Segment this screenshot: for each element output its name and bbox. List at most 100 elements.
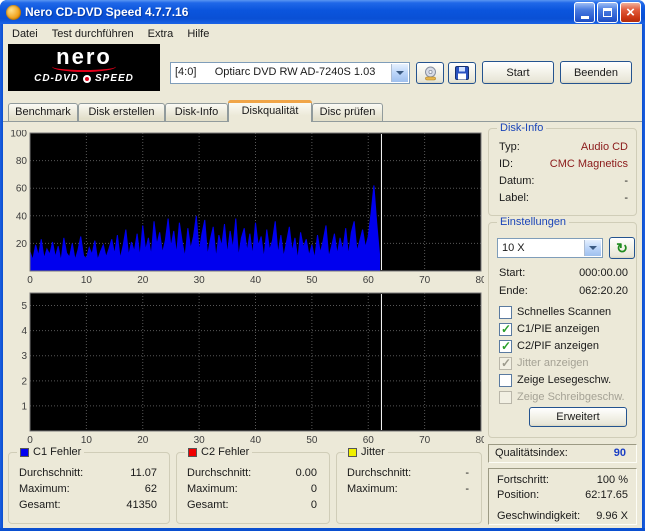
svg-text:80: 80 [16,156,28,167]
menu-hilfe[interactable]: Hilfe [180,25,216,43]
quality-index-label: Qualitätsindex: [495,447,568,459]
save-button[interactable] [448,62,476,84]
svg-text:50: 50 [306,275,318,286]
checkbox-zeige-lesegeschw[interactable]: Zeige Lesegeschw. [499,373,611,387]
checkbox-schnelles-scannen[interactable]: Schnelles Scannen [499,305,611,319]
checkbox-jitter-anzeigen: Jitter anzeigen [499,356,589,370]
refresh-button[interactable] [609,237,635,259]
svg-text:50: 50 [306,435,318,446]
nero-logo: nero CD-DVD SPEED [8,44,160,91]
svg-text:70: 70 [419,435,431,446]
svg-text:60: 60 [363,275,375,286]
c1-stats-title: C1 Fehler [33,446,82,458]
stat-label: Maximum: [187,483,238,495]
minimize-button[interactable] [574,1,595,23]
checkbox-c2-pif-anzeigen[interactable]: C2/PIF anzeigen [499,339,599,353]
stat-label: Durchschnitt: [19,467,84,479]
stat-label: Durchschnitt: [347,467,412,479]
save-floppy-icon [455,66,469,80]
tab-disk-info[interactable]: Disk-Info [165,103,228,121]
svg-text:1: 1 [21,401,27,412]
svg-text:70: 70 [419,275,431,286]
checkbox-icon [499,322,512,336]
svg-text:60: 60 [16,184,28,195]
stat-label: Durchschnitt: [187,467,252,479]
advanced-button[interactable]: Erweitert [529,407,627,427]
svg-text:2: 2 [21,376,27,387]
speed-value: 9.96 X [596,510,628,522]
position-value: 62:17.65 [585,489,628,501]
maximize-button[interactable] [597,1,618,23]
c2-legend-square [188,448,197,457]
quality-index-value: 90 [613,447,626,459]
disk-info-label: Typ: [499,141,520,153]
maximize-icon [603,7,612,17]
jitter-stats-title: Jitter [361,446,385,458]
disk-info-label: ID: [499,158,514,170]
svg-text:0: 0 [27,275,33,286]
scan-end-label: Ende: [499,285,528,297]
start-button[interactable]: Start [482,61,554,84]
stat-value: 11.07 [130,467,157,479]
drive-select[interactable]: [4:0] Optiarc DVD RW AD-7240S 1.03 [170,62,410,84]
svg-text:40: 40 [16,211,28,222]
menu-extra[interactable]: Extra [141,25,181,43]
disk-info-title: Disk-Info [497,122,547,135]
tab-disc-pruefen[interactable]: Disc prüfen [312,103,383,121]
progress-panel: Fortschritt: 100 % Position: 62:17.65 Ge… [488,468,637,525]
logo-product-left: CD-DVD [34,73,79,84]
checkbox-icon [499,356,512,370]
window-title: Nero CD-DVD Speed 4.7.7.16 [25,5,189,19]
quit-button-label: Beenden [573,66,619,79]
client-area: Datei Test durchführen Extra Hilfe nero … [3,24,642,528]
svg-text:40: 40 [250,435,262,446]
checkbox-icon [499,339,512,353]
c1-legend-square [20,448,29,457]
tab-diskqualitaet[interactable]: Diskqualität [228,100,312,122]
speed-select[interactable]: 10 X [497,238,603,258]
disk-info-group: Disk-Info Typ: Audio CD ID: CMC Magnetic… [488,122,637,216]
checkbox-icon [499,305,512,319]
stat-value: 0 [310,483,317,495]
svg-text:40: 40 [250,275,262,286]
app-window: Nero CD-DVD Speed 4.7.7.16 Datei Test du… [0,0,645,531]
svg-text:10: 10 [81,435,93,446]
menu-test-durchfuehren[interactable]: Test durchführen [45,25,141,43]
svg-text:30: 30 [194,275,206,286]
svg-text:100: 100 [10,130,27,140]
svg-text:0: 0 [27,435,33,446]
scan-start-value: 000:00.00 [579,267,628,279]
svg-text:80: 80 [475,275,484,286]
drive-select-dropdown-button[interactable] [391,64,408,82]
svg-text:20: 20 [16,239,28,250]
menu-datei[interactable]: Datei [5,25,45,43]
speed-select-dropdown-button[interactable] [584,240,601,256]
minimize-icon [580,15,589,19]
drive-select-value: [4:0] Optiarc DVD RW AD-7240S 1.03 [175,66,376,78]
svg-text:60: 60 [363,435,375,446]
quit-button[interactable]: Beenden [560,61,632,84]
stat-value: - [465,467,469,479]
close-button[interactable] [620,1,641,23]
checkbox-c1-pie-anzeigen[interactable]: C1/PIE anzeigen [499,322,600,336]
speed-select-value: 10 X [502,242,525,254]
stat-value: 62 [144,483,157,495]
stat-label: Gesamt: [187,499,229,511]
c2-error-chart: 0 10 20 30 40 50 60 70 80 1 2 3 4 5 [6,290,484,446]
tab-disk-erstellen[interactable]: Disk erstellen [78,103,165,121]
svg-text:30: 30 [194,435,206,446]
settings-group: Einstellungen 10 X Start: 000:00.00 Ende… [488,216,637,438]
stat-value: 0.00 [295,467,317,479]
quality-index-panel: Qualitätsindex: 90 [488,444,637,463]
chevron-down-icon [396,71,404,75]
svg-text:3: 3 [21,351,27,362]
logo-brand-text: nero [56,44,112,69]
chevron-down-icon [589,246,597,250]
stat-label: Maximum: [19,483,70,495]
tab-benchmark[interactable]: Benchmark [8,103,78,121]
svg-text:20: 20 [137,275,149,286]
c1-stats-group: C1 Fehler Durchschnitt: 11.07 Maximum: 6… [8,446,170,524]
progress-value: 100 % [596,474,628,486]
stat-value: 41350 [126,499,157,511]
eject-disc-button[interactable] [416,62,444,84]
